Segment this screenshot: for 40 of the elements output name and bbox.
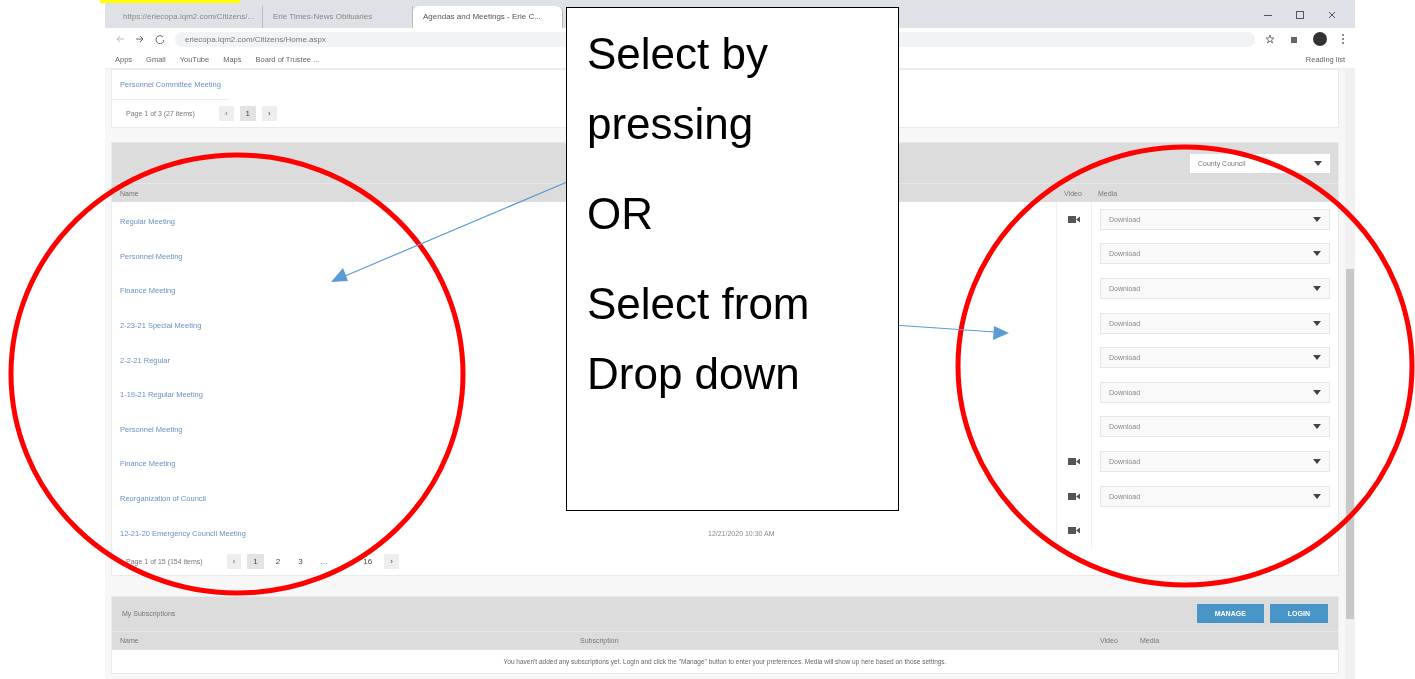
- reload-icon[interactable]: [155, 34, 165, 44]
- page-button[interactable]: 1: [247, 553, 264, 569]
- star-icon[interactable]: [1265, 34, 1275, 44]
- video-camera-icon[interactable]: [1068, 491, 1080, 501]
- caret-icon: [1313, 458, 1321, 464]
- page-button[interactable]: 3: [292, 553, 309, 569]
- next-page-button[interactable]: ›: [262, 106, 277, 121]
- page-button[interactable]: ...: [314, 553, 334, 569]
- scrollbar-thumb[interactable]: [1346, 269, 1354, 619]
- caret-icon: [1313, 424, 1321, 430]
- avatar-icon[interactable]: [1313, 32, 1327, 46]
- video-camera-icon[interactable]: [1068, 456, 1080, 466]
- menu-icon[interactable]: [1341, 33, 1345, 45]
- callout-text: OR: [587, 188, 654, 240]
- video-camera-icon[interactable]: [1068, 526, 1080, 536]
- previous-page-button[interactable]: ‹: [226, 553, 242, 569]
- extension-icon[interactable]: [1289, 34, 1299, 44]
- caret-icon: [1313, 355, 1321, 361]
- browser-tab[interactable]: Agendas and Meetings - Erie C...: [413, 6, 563, 28]
- caret-icon: [1313, 320, 1321, 326]
- video-camera-icon[interactable]: [1068, 214, 1080, 224]
- next-page-button[interactable]: ›: [384, 553, 399, 569]
- callout-text: Drop down: [587, 348, 801, 400]
- callout-text: pressing: [587, 98, 755, 150]
- callout-text: Select from: [587, 278, 811, 330]
- page-button[interactable]: 1: [239, 106, 256, 121]
- previous-page-button[interactable]: ‹: [218, 106, 234, 121]
- caret-icon: [1313, 251, 1321, 257]
- caret-icon: [1313, 216, 1321, 222]
- callout-text: Select by: [587, 28, 769, 80]
- caret-icon: [1313, 493, 1321, 499]
- page-button[interactable]: 16: [357, 553, 379, 569]
- caret-icon: [1313, 286, 1321, 291]
- page-button[interactable]: 2: [269, 553, 287, 569]
- close-icon[interactable]: [1327, 10, 1337, 20]
- scrollbar[interactable]: [1345, 69, 1355, 679]
- restore-icon[interactable]: [1295, 10, 1305, 20]
- caret-icon: [1314, 160, 1322, 166]
- forward-icon[interactable]: [135, 34, 145, 44]
- caret-icon: [1313, 389, 1321, 395]
